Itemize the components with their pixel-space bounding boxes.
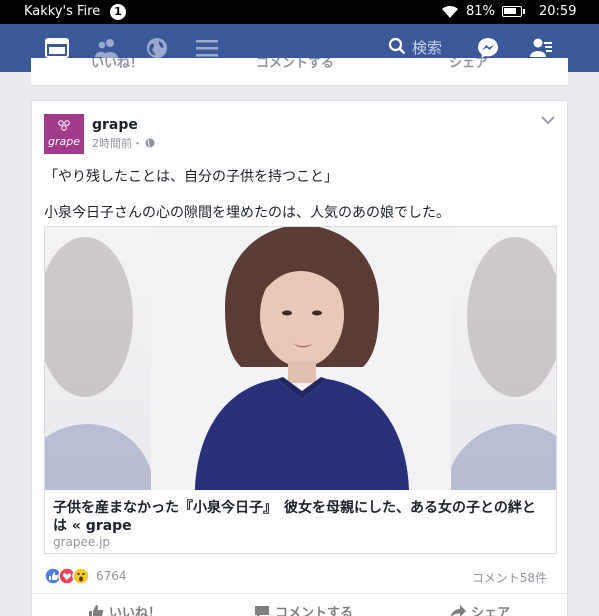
notification-badge: 1: [110, 4, 126, 20]
wifi-icon: [442, 5, 458, 18]
status-bar: Kakky's Fire 1 81% 20:59: [0, 0, 599, 24]
like-button[interactable]: いいね！: [88, 602, 161, 616]
grape-logo-icon: [58, 120, 70, 131]
friend-requests-icon[interactable]: [530, 36, 554, 60]
like-label: いいね！: [109, 606, 162, 616]
globe-notifications-icon[interactable]: [145, 36, 169, 60]
reaction-count[interactable]: 6764: [96, 569, 127, 583]
link-domain: grapee.jp: [53, 535, 111, 549]
post-text-line2: 小泉今日子さんの心の隙間を埋めたのは、人気のあの娘でした。: [44, 205, 450, 221]
link-image: [45, 227, 556, 490]
prev-like-button[interactable]: いいね！: [91, 58, 143, 71]
prev-comment-button[interactable]: コメントする: [256, 58, 334, 71]
friends-icon[interactable]: [95, 36, 119, 60]
page-avatar[interactable]: grape: [44, 114, 84, 154]
search-placeholder: 検索: [412, 39, 443, 57]
page-name-link[interactable]: grape: [92, 117, 138, 133]
post-card: grape grape 2時間前・ 「やり残したことは、自分の子供を持つこと」 …: [31, 100, 568, 616]
chevron-down-icon[interactable]: [541, 115, 555, 125]
comment-label: コメントする: [275, 606, 354, 616]
prev-share-button[interactable]: シェア: [449, 58, 488, 71]
post-text-line1: 「やり残したことは、自分の子供を持つこと」: [44, 169, 338, 185]
share-button[interactable]: シェア: [450, 602, 510, 616]
public-globe-icon: [145, 138, 155, 148]
messenger-icon[interactable]: [476, 36, 500, 60]
menu-icon[interactable]: [195, 36, 219, 60]
comment-icon: [255, 606, 269, 616]
post-meta: 2時間前・: [92, 135, 155, 151]
search-icon: [388, 37, 406, 55]
news-feed-icon[interactable]: [45, 36, 69, 60]
share-label: シェア: [471, 606, 511, 616]
clock: 20:59: [539, 4, 577, 19]
post-time[interactable]: 2時間前・: [92, 137, 143, 150]
link-preview[interactable]: 子供を産まなかった『小泉今日子』 彼女を母親にした、ある女の子との絆とは « g…: [44, 226, 557, 554]
previous-post-actions: いいね！ コメントする シェア: [31, 58, 568, 86]
post-actions: いいね！ コメントする シェア: [32, 593, 567, 616]
app-name: Kakky's Fire: [24, 4, 101, 19]
battery-percent: 81%: [466, 4, 495, 19]
share-icon: [450, 605, 466, 616]
avatar-label: grape: [48, 135, 80, 148]
thumbs-up-icon: [89, 605, 104, 616]
battery-level: [504, 8, 516, 14]
comment-button[interactable]: コメントする: [254, 602, 353, 616]
link-title[interactable]: 子供を産まなかった『小泉今日子』 彼女を母親にした、ある女の子との絆とは « g…: [53, 499, 548, 535]
comment-count[interactable]: コメント58件: [472, 569, 547, 586]
battery-icon: [502, 6, 525, 17]
